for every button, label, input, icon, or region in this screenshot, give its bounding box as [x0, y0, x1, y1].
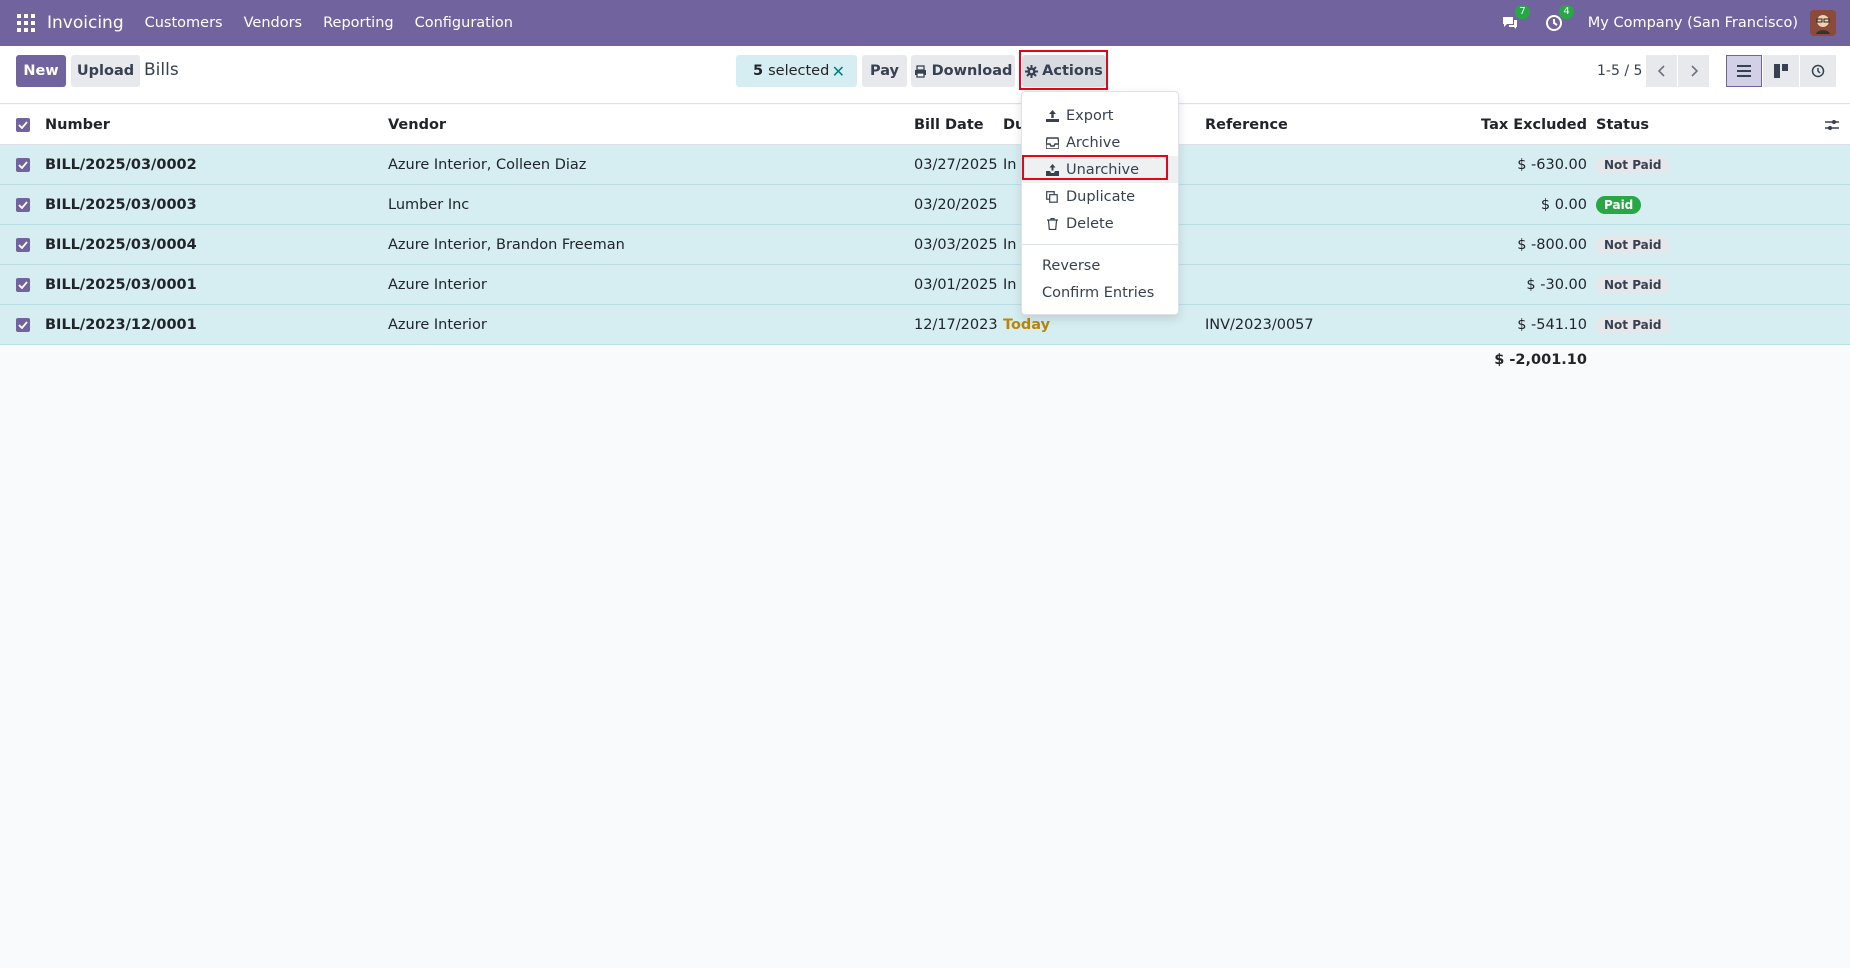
cell-due: In [1003, 236, 1017, 253]
status-badge: Not Paid [1596, 275, 1670, 294]
actions-dropdown-menu: Export Archive Unarchive Duplicate Delet… [1021, 91, 1179, 315]
table-row[interactable]: BILL/2025/03/0002 Azure Interior, Collee… [0, 145, 1850, 185]
menu-item-confirm-entries[interactable]: Confirm Entries [1022, 279, 1178, 306]
breadcrumb-bills: Bills [144, 60, 179, 80]
download-button[interactable]: Download [911, 55, 1015, 87]
nav-vendors[interactable]: Vendors [244, 15, 303, 31]
cell-vendor: Azure Interior [388, 276, 487, 293]
row-checkbox[interactable] [16, 198, 30, 212]
table-header: Number Vendor Bill Date Du Reference Tax… [0, 105, 1850, 145]
user-avatar[interactable] [1810, 10, 1836, 36]
header-reference[interactable]: Reference [1205, 105, 1288, 144]
actions-highlight [1019, 50, 1108, 90]
cell-number: BILL/2023/12/0001 [45, 316, 197, 333]
tax-excluded-total: $ -2,001.10 [1494, 352, 1587, 368]
download-label: Download [931, 63, 1013, 79]
status-badge: Not Paid [1596, 315, 1670, 334]
menu-item-archive[interactable]: Archive [1022, 129, 1178, 156]
list-view-button[interactable] [1726, 55, 1762, 87]
cell-due: In [1003, 276, 1017, 293]
status-badge: Not Paid [1596, 155, 1670, 174]
table-row[interactable]: BILL/2023/12/0001 Azure Interior 12/17/2… [0, 305, 1850, 345]
activities-clock-icon[interactable]: 4 [1544, 5, 1574, 33]
clock-icon [1811, 64, 1825, 78]
cell-bill-date: 03/27/2025 [914, 156, 998, 173]
cell-bill-date: 03/01/2025 [914, 276, 998, 293]
cell-bill-date: 12/17/2023 [914, 316, 998, 333]
pay-button[interactable]: Pay [862, 55, 907, 87]
header-status[interactable]: Status [1596, 105, 1649, 144]
chevron-left-icon [1657, 65, 1665, 77]
top-navbar: Invoicing Customers Vendors Reporting Co… [0, 0, 1850, 46]
activity-view-button[interactable] [1800, 55, 1836, 87]
pager-previous-button[interactable] [1646, 55, 1677, 87]
menu-item-reverse[interactable]: Reverse [1022, 252, 1178, 279]
pager-next-button[interactable] [1678, 55, 1709, 87]
cell-tax-excluded: $ -630.00 [1517, 156, 1587, 173]
cell-number: BILL/2025/03/0001 [45, 276, 197, 293]
menu-item-export[interactable]: Export [1022, 102, 1178, 129]
pager-value[interactable]: 1-5 / 5 [1597, 63, 1642, 79]
messages-icon[interactable]: 7 [1500, 5, 1530, 33]
header-bill-date[interactable]: Bill Date [914, 105, 984, 144]
messages-count-badge: 7 [1515, 5, 1530, 19]
nav-configuration[interactable]: Configuration [415, 15, 513, 31]
archive-icon [1044, 136, 1060, 149]
cell-tax-excluded: $ -541.10 [1517, 316, 1587, 333]
cell-vendor: Azure Interior, Colleen Diaz [388, 156, 587, 173]
row-checkbox[interactable] [16, 278, 30, 292]
optional-columns-icon[interactable] [1825, 105, 1839, 144]
cell-number: BILL/2025/03/0004 [45, 236, 197, 253]
header-number[interactable]: Number [45, 105, 110, 144]
company-switcher[interactable]: My Company (San Francisco) [1588, 15, 1798, 31]
unselect-all-icon[interactable]: ✕ [832, 62, 845, 81]
selection-indicator: 5 selected ✕ [736, 55, 857, 87]
status-badge: Not Paid [1596, 235, 1670, 254]
menu-separator [1022, 244, 1178, 245]
selected-label: selected [768, 63, 830, 79]
header-tax-excluded[interactable]: Tax Excluded [1450, 105, 1587, 144]
cell-bill-date: 03/03/2025 [914, 236, 998, 253]
menu-item-delete[interactable]: Delete [1022, 210, 1178, 237]
cell-vendor: Lumber Inc [388, 196, 470, 213]
printer-icon [914, 64, 927, 78]
cell-tax-excluded: $ 0.00 [1540, 196, 1587, 213]
row-checkbox[interactable] [16, 318, 30, 332]
cell-vendor: Azure Interior [388, 316, 487, 333]
copy-icon [1044, 190, 1060, 203]
table-row[interactable]: BILL/2025/03/0004 Azure Interior, Brando… [0, 225, 1850, 265]
header-vendor[interactable]: Vendor [388, 105, 446, 144]
cell-vendor: Azure Interior, Brandon Freeman [388, 236, 625, 253]
table-row[interactable]: BILL/2025/03/0003 Lumber Inc 03/20/2025 … [0, 185, 1850, 225]
cell-tax-excluded: $ -800.00 [1517, 236, 1587, 253]
activities-count-badge: 4 [1559, 5, 1574, 19]
selected-count: 5 [753, 63, 764, 79]
app-brand[interactable]: Invoicing [47, 13, 124, 33]
new-button[interactable]: New [16, 55, 66, 87]
chevron-right-icon [1690, 65, 1698, 77]
list-icon [1737, 65, 1751, 77]
menu-item-duplicate[interactable]: Duplicate [1022, 183, 1178, 210]
row-checkbox[interactable] [16, 238, 30, 252]
upload-button[interactable]: Upload [71, 55, 140, 87]
cell-tax-excluded: $ -30.00 [1526, 276, 1587, 293]
apps-menu-icon[interactable] [17, 14, 35, 32]
nav-reporting[interactable]: Reporting [323, 15, 394, 31]
control-panel: New Upload Bills 5 selected ✕ Pay Downlo… [0, 46, 1850, 104]
cell-number: BILL/2025/03/0002 [45, 156, 197, 173]
kanban-icon [1774, 64, 1788, 78]
select-all-checkbox[interactable] [16, 118, 30, 132]
status-badge: Paid [1596, 195, 1642, 214]
cell-number: BILL/2025/03/0003 [45, 196, 197, 213]
unarchive-highlight [1022, 155, 1168, 180]
kanban-view-button[interactable] [1763, 55, 1799, 87]
row-checkbox[interactable] [16, 158, 30, 172]
table-row[interactable]: BILL/2025/03/0001 Azure Interior 03/01/2… [0, 265, 1850, 305]
upload-icon [1044, 109, 1060, 122]
nav-customers[interactable]: Customers [145, 15, 223, 31]
cell-reference: INV/2023/0057 [1205, 316, 1314, 333]
cell-due: In [1003, 156, 1017, 173]
cell-bill-date: 03/20/2025 [914, 196, 998, 213]
trash-icon [1044, 217, 1060, 230]
